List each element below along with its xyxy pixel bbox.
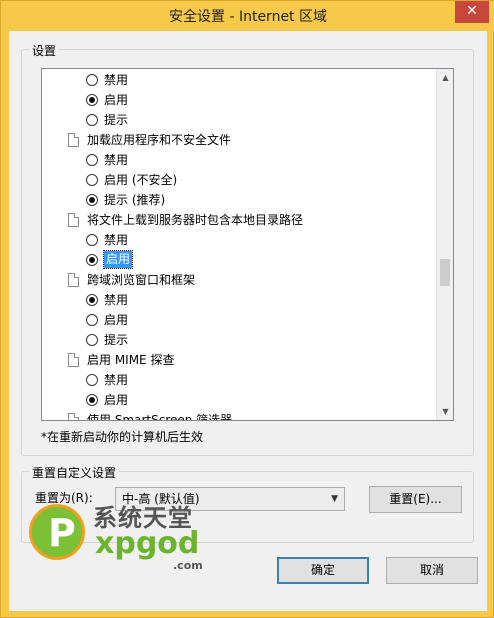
scrollbar-thumb[interactable] <box>440 259 450 286</box>
scroll-up-arrow-icon[interactable]: ▲ <box>437 69 453 86</box>
setting-option[interactable]: 启用 (不安全) <box>42 170 437 190</box>
document-icon <box>68 273 79 287</box>
setting-category-label: 将文件上载到服务器时包含本地目录路径 <box>87 213 304 227</box>
scroll-down-arrow-icon[interactable]: ▼ <box>437 403 453 420</box>
radio-unchecked-icon[interactable] <box>86 114 98 126</box>
setting-option-label[interactable]: 启用 <box>104 90 128 110</box>
setting-option-label[interactable]: 启用 <box>104 390 128 410</box>
title-bar: 安全设置 - Internet 区域 ✕ <box>1 1 494 31</box>
setting-option[interactable]: 禁用 <box>42 290 437 310</box>
setting-option-label[interactable]: 启用 <box>102 250 134 269</box>
radio-checked-icon[interactable] <box>86 394 98 406</box>
setting-option-label[interactable]: 启用 (不安全) <box>104 170 177 190</box>
reset-button[interactable]: 重置(E)... <box>369 486 462 513</box>
setting-option-label[interactable]: 禁用 <box>104 70 128 90</box>
settings-list-content: 禁用 启用 提示 加载应用程序和不安全文件 禁用 启用 (不安全) 提示 (推荐) 将文件上载… <box>42 70 437 421</box>
radio-checked-icon[interactable] <box>86 294 98 306</box>
setting-option-label[interactable]: 启用 <box>104 310 128 330</box>
document-icon <box>68 413 79 420</box>
radio-unchecked-icon[interactable] <box>86 314 98 326</box>
security-settings-dialog: 安全设置 - Internet 区域 ✕ 设置 禁用 启用 提示 加载应用程序和不安全… <box>0 0 494 618</box>
setting-category: 加载应用程序和不安全文件 <box>42 130 437 150</box>
radio-unchecked-icon[interactable] <box>86 74 98 86</box>
setting-option[interactable]: 提示 <box>42 110 437 130</box>
radio-unchecked-icon[interactable] <box>86 334 98 346</box>
setting-category: 使用 SmartScreen 筛选器 <box>42 410 437 421</box>
xpgod-watermark-logo: 系统天堂 xpgod .com <box>23 496 233 576</box>
logo-p-icon <box>29 504 85 560</box>
document-icon <box>68 133 79 147</box>
setting-option[interactable]: 启用 <box>42 90 437 110</box>
setting-option[interactable]: 禁用 <box>42 70 437 90</box>
setting-option[interactable]: 禁用 <box>42 150 437 170</box>
vertical-scrollbar[interactable]: ▲ ▼ <box>436 69 453 420</box>
ok-button[interactable]: 确定 <box>277 557 369 584</box>
setting-category-label: 启用 MIME 探查 <box>87 353 175 367</box>
radio-checked-icon[interactable] <box>86 254 98 266</box>
radio-unchecked-icon[interactable] <box>86 234 98 246</box>
restart-note: *在重新启动你的计算机后生效 <box>41 430 204 444</box>
setting-category: 将文件上载到服务器时包含本地目录路径 <box>42 210 437 230</box>
settings-list[interactable]: 禁用 启用 提示 加载应用程序和不安全文件 禁用 启用 (不安全) 提示 (推荐) 将文件上载… <box>41 68 454 421</box>
reset-group-label: 重置自定义设置 <box>29 464 120 481</box>
setting-option-label[interactable]: 禁用 <box>104 150 128 170</box>
logo-com-text: .com <box>173 559 203 572</box>
document-icon <box>68 353 79 367</box>
setting-option[interactable]: 启用 <box>42 250 437 270</box>
radio-checked-icon[interactable] <box>86 94 98 106</box>
setting-category-label: 加载应用程序和不安全文件 <box>87 133 232 147</box>
setting-option-label[interactable]: 提示 <box>104 110 128 130</box>
chevron-down-icon: ▼ <box>331 494 338 504</box>
setting-category-label: 跨域浏览窗口和框架 <box>87 273 196 287</box>
setting-category: 跨域浏览窗口和框架 <box>42 270 437 290</box>
setting-option[interactable]: 提示 (推荐) <box>42 190 437 210</box>
radio-unchecked-icon[interactable] <box>86 154 98 166</box>
close-icon: ✕ <box>466 3 478 19</box>
close-button[interactable]: ✕ <box>455 1 489 23</box>
setting-option[interactable]: 启用 <box>42 310 437 330</box>
setting-option-label[interactable]: 禁用 <box>104 230 128 250</box>
cancel-button[interactable]: 取消 <box>386 557 478 584</box>
setting-option[interactable]: 禁用 <box>42 230 437 250</box>
settings-group-label: 设置 <box>29 42 60 59</box>
setting-option[interactable]: 禁用 <box>42 370 437 390</box>
radio-checked-icon[interactable] <box>86 194 98 206</box>
setting-option-label[interactable]: 禁用 <box>104 370 128 390</box>
setting-option[interactable]: 提示 <box>42 330 437 350</box>
radio-unchecked-icon[interactable] <box>86 374 98 386</box>
setting-category-label: 使用 SmartScreen 筛选器 <box>87 413 233 421</box>
setting-option-label[interactable]: 禁用 <box>104 290 128 310</box>
setting-option-label[interactable]: 提示 (推荐) <box>104 190 165 210</box>
window-title: 安全设置 - Internet 区域 <box>169 9 327 25</box>
setting-option-label[interactable]: 提示 <box>104 330 128 350</box>
document-icon <box>68 213 79 227</box>
radio-unchecked-icon[interactable] <box>86 174 98 186</box>
logo-en-text: xpgod <box>95 526 200 561</box>
setting-option[interactable]: 启用 <box>42 390 437 410</box>
setting-category: 启用 MIME 探查 <box>42 350 437 370</box>
